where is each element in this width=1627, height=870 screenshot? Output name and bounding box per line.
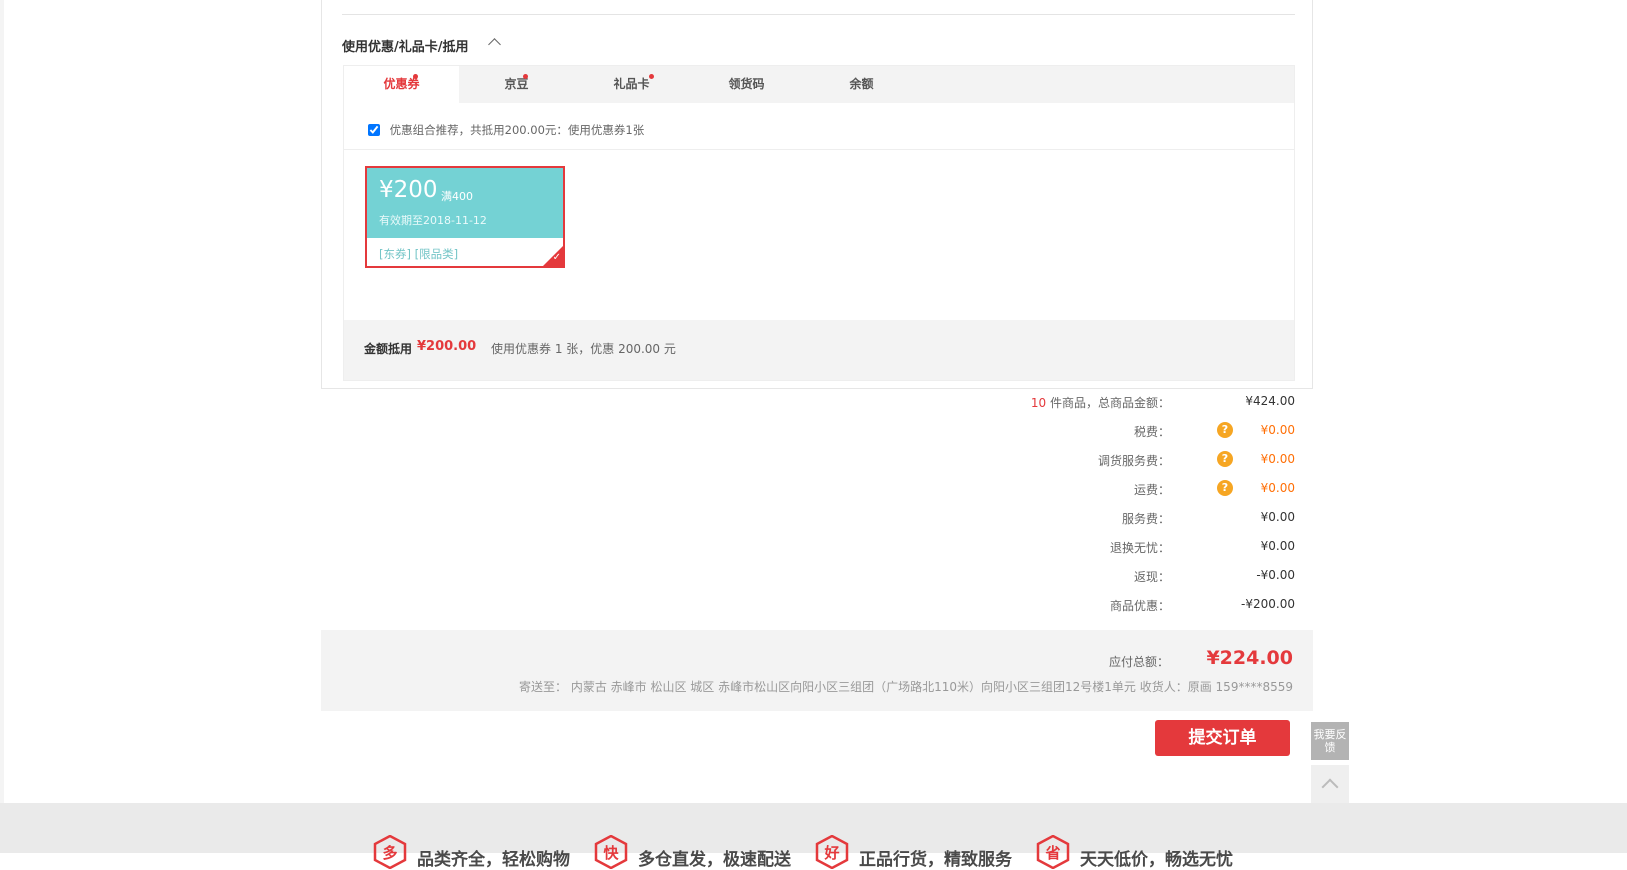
fee-row-service: 服务费： ¥0.00 [900, 510, 1295, 530]
coupon-condition: 满400 [441, 190, 473, 203]
fee-label: 服务费： [1121, 512, 1170, 526]
fee-row-product-discount: 商品优惠： -¥200.00 [900, 597, 1295, 617]
tab-label: 余额 [849, 77, 874, 91]
fee-value: ¥0.00 [1260, 423, 1295, 437]
help-icon[interactable]: ? [1217, 451, 1233, 467]
svg-text:多: 多 [382, 844, 397, 862]
discount-summary-desc: 使用优惠券 1 张，优惠 200.00 元 [491, 342, 676, 356]
checkmark-icon: ✓ [552, 252, 561, 263]
svg-text:好: 好 [823, 844, 839, 862]
tab-label: 优惠券 [383, 77, 420, 91]
discount-section-title[interactable]: 使用优惠/礼品卡/抵用 [342, 36, 469, 55]
back-to-top-button[interactable] [1311, 765, 1349, 803]
discount-summary: 金额抵用 ¥200.00 使用优惠券 1 张，优惠 200.00 元 [344, 320, 1294, 380]
tab-coupon[interactable]: 优惠券 [344, 66, 459, 103]
total-label: 应付总额： [1108, 655, 1169, 669]
coupon-tags: [东券] [限品类] [379, 247, 459, 261]
discount-summary-amount: ¥200.00 [417, 339, 477, 354]
footer-promises: 多 品类齐全，轻松购物 快 多仓直发，极速配送 好 正品行货，精致服务 省 天天… [0, 803, 1627, 870]
fee-value: ¥0.00 [1260, 510, 1295, 524]
tab-label: 领货码 [728, 77, 765, 91]
fee-value: -¥0.00 [1256, 568, 1295, 582]
tab-gift-card[interactable]: 礼品卡 [574, 66, 689, 103]
feedback-button[interactable]: 我要反馈 [1311, 722, 1349, 760]
badge-icon: 省 [1036, 835, 1070, 869]
tab-balance[interactable]: 余额 [804, 66, 919, 103]
tab-label: 京豆 [504, 77, 529, 91]
coupon-validity: 有效期至2018-11-12 [379, 214, 487, 227]
coupon-header: ¥200 满400 有效期至2018-11-12 [367, 168, 563, 238]
svg-text:快: 快 [603, 844, 619, 862]
fee-label: 调货服务费： [1097, 454, 1170, 468]
tab-badge-dot [649, 74, 654, 79]
tab-pickup-code[interactable]: 领货码 [689, 66, 804, 103]
badge-icon: 快 [594, 835, 628, 869]
feedback-label: 我要反馈 [1313, 728, 1347, 754]
submit-order-button[interactable]: 提交订单 [1155, 720, 1290, 756]
fee-value: ¥0.00 [1260, 481, 1295, 495]
promise-text: 正品行货，精致服务 [859, 850, 1012, 870]
discount-panel: 优惠券 京豆 礼品卡 领货码 余额 优惠组合推荐，共抵用200.00元：使用优惠… [343, 65, 1295, 381]
fee-row-cashback: 返现： -¥0.00 [900, 568, 1295, 588]
fee-value: ¥0.00 [1260, 452, 1295, 466]
promise-text: 天天低价，畅选无忧 [1080, 850, 1233, 870]
fee-label: 返现： [1133, 570, 1170, 584]
fee-value: ¥0.00 [1260, 539, 1295, 553]
coupon-amount: ¥200 [379, 177, 438, 203]
fee-label: 运费： [1133, 483, 1170, 497]
recommend-combo: 优惠组合推荐，共抵用200.00元：使用优惠券1张 [368, 122, 644, 138]
coupon-card[interactable]: ¥200 满400 有效期至2018-11-12 [东券] [限品类] ✓ [365, 166, 565, 268]
help-icon[interactable]: ? [1217, 422, 1233, 438]
panel-divider [344, 149, 1294, 150]
fee-value: -¥200.00 [1241, 597, 1295, 611]
discount-tabs: 优惠券 京豆 礼品卡 领货码 余额 [344, 66, 1294, 103]
items-label: 件商品，总商品金额： [1046, 396, 1170, 410]
fee-label: 商品优惠： [1109, 599, 1170, 613]
badge-icon: 好 [815, 835, 849, 869]
tab-jingdou[interactable]: 京豆 [459, 66, 574, 103]
help-icon[interactable]: ? [1217, 480, 1233, 496]
fee-label: 退换无忧： [1109, 541, 1170, 555]
total-amount: ¥224.00 [1206, 647, 1293, 669]
page-left-edge [0, 0, 4, 853]
tab-badge-dot [413, 74, 418, 79]
discount-summary-label: 金额抵用 [364, 342, 413, 356]
fee-row-transfer: 调货服务费： ? ¥0.00 [900, 451, 1295, 472]
shipping-address: 寄送至： 内蒙古 赤峰市 松山区 城区 赤峰市松山区向阳小区三组团（广场路北11… [519, 680, 1293, 694]
items-count: 10 [1030, 396, 1047, 410]
fee-row-shipping: 运费： ? ¥0.00 [900, 480, 1295, 501]
fee-label: 10 件商品，总商品金额： [1031, 394, 1170, 411]
recommend-checkbox[interactable] [368, 124, 380, 136]
svg-text:省: 省 [1044, 844, 1060, 862]
fee-row-tax: 税费： ? ¥0.00 [900, 422, 1295, 443]
fee-row-items-total: 10 件商品，总商品金额： ¥424.00 [900, 394, 1295, 414]
fee-label: 税费： [1133, 425, 1170, 439]
promise-text: 品类齐全，轻松购物 [417, 850, 570, 870]
tab-label: 礼品卡 [613, 77, 650, 91]
fee-row-return: 退换无忧： ¥0.00 [900, 539, 1295, 559]
chevron-up-icon [1321, 778, 1339, 796]
recommend-text: 优惠组合推荐，共抵用200.00元：使用优惠券1张 [389, 123, 645, 137]
tab-badge-dot [523, 74, 528, 79]
badge-icon: 多 [373, 835, 407, 869]
order-total-box: 应付总额： ¥224.00 寄送至： 内蒙古 赤峰市 松山区 城区 赤峰市松山区… [321, 630, 1313, 711]
promise-text: 多仓直发，极速配送 [638, 850, 791, 870]
fee-value: ¥424.00 [1245, 394, 1295, 408]
